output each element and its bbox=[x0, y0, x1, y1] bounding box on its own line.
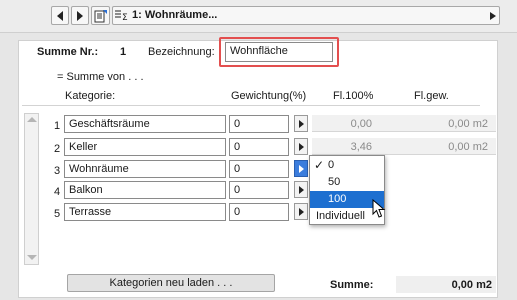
weight-field[interactable]: 0 bbox=[229, 203, 289, 221]
weight-field[interactable]: 0 bbox=[229, 160, 289, 178]
checkmark-icon: ✓ bbox=[314, 158, 325, 172]
weight-dropdown-button[interactable] bbox=[294, 181, 308, 198]
category-field[interactable]: Geschäftsräume bbox=[64, 115, 226, 133]
next-button[interactable] bbox=[71, 6, 89, 25]
document-edit-icon bbox=[94, 9, 107, 22]
scroll-up-icon[interactable] bbox=[27, 117, 37, 122]
sum-list-icon: Σ bbox=[115, 10, 128, 22]
edit-list-button[interactable] bbox=[91, 6, 110, 25]
menu-item-label: 100 bbox=[328, 193, 347, 205]
menu-item-label: 0 bbox=[328, 159, 335, 171]
triangle-right-icon bbox=[298, 185, 304, 194]
weight-field[interactable]: 0 bbox=[229, 181, 289, 199]
triangle-right-icon bbox=[298, 119, 304, 128]
row-number: 5 bbox=[54, 208, 61, 220]
category-field[interactable]: Keller bbox=[64, 138, 226, 156]
weight-dropdown-button[interactable] bbox=[294, 203, 308, 220]
list-scrollbar[interactable] bbox=[24, 113, 39, 265]
row-number: 4 bbox=[54, 186, 61, 198]
category-field[interactable]: Balkon bbox=[64, 181, 226, 199]
reload-categories-button[interactable]: Kategorien neu laden . . . bbox=[67, 274, 275, 292]
row-number: 2 bbox=[54, 143, 61, 155]
summary-title: 1: Wohnräume... bbox=[132, 9, 218, 21]
row-number: 1 bbox=[54, 120, 61, 132]
weight-dropdown-button[interactable] bbox=[294, 138, 308, 155]
summe-von-label: = Summe von . . . bbox=[57, 71, 144, 83]
category-field[interactable]: Terrasse bbox=[64, 203, 226, 221]
menu-item-0[interactable]: ✓ 0 bbox=[310, 157, 384, 174]
chevron-right-icon[interactable] bbox=[490, 12, 496, 20]
column-kategorie: Kategorie: bbox=[65, 90, 116, 102]
column-fl100: Fl.100% bbox=[333, 90, 374, 102]
weight-field[interactable]: 0 bbox=[229, 115, 289, 133]
summe-value: 0,00 m2 bbox=[451, 279, 492, 291]
svg-text:Σ: Σ bbox=[122, 13, 128, 22]
summe-nr-value: 1 bbox=[120, 46, 127, 58]
triangle-right-icon bbox=[298, 207, 304, 216]
weight-dropdown-button[interactable] bbox=[294, 115, 308, 132]
bezeichnung-label: Bezeichnung: bbox=[148, 46, 215, 58]
weight-field[interactable]: 0 bbox=[229, 138, 289, 156]
fl100-value: 3,46 bbox=[350, 141, 372, 153]
row-number: 3 bbox=[54, 165, 61, 177]
scroll-down-icon[interactable] bbox=[27, 255, 37, 260]
arrow-right-icon bbox=[77, 10, 83, 21]
column-gewichtung: Gewichtung(%) bbox=[231, 90, 307, 102]
triangle-right-icon bbox=[298, 164, 304, 173]
mouse-pointer-icon bbox=[372, 199, 386, 218]
column-flgew: Fl.gew. bbox=[414, 90, 449, 102]
arrow-left-icon bbox=[57, 10, 63, 21]
flgew-value: 0,00 m2 bbox=[448, 118, 488, 130]
menu-item-50[interactable]: 50 bbox=[310, 174, 384, 191]
summe-label: Summe: bbox=[330, 279, 374, 291]
summe-nr-label: Summe Nr.: bbox=[37, 46, 99, 58]
header-divider bbox=[22, 105, 480, 106]
triangle-right-icon bbox=[298, 142, 304, 151]
bezeichnung-input[interactable]: Wohnfläche bbox=[225, 42, 333, 62]
category-field[interactable]: Wohnräume bbox=[64, 160, 226, 178]
fl100-value: 0,00 bbox=[350, 118, 372, 130]
menu-item-label: Individuell bbox=[316, 210, 365, 222]
flgew-value: 0,00 m2 bbox=[448, 141, 488, 153]
weight-dropdown-button-active[interactable] bbox=[294, 160, 308, 177]
menu-item-label: 50 bbox=[328, 176, 341, 188]
previous-button[interactable] bbox=[51, 6, 69, 25]
